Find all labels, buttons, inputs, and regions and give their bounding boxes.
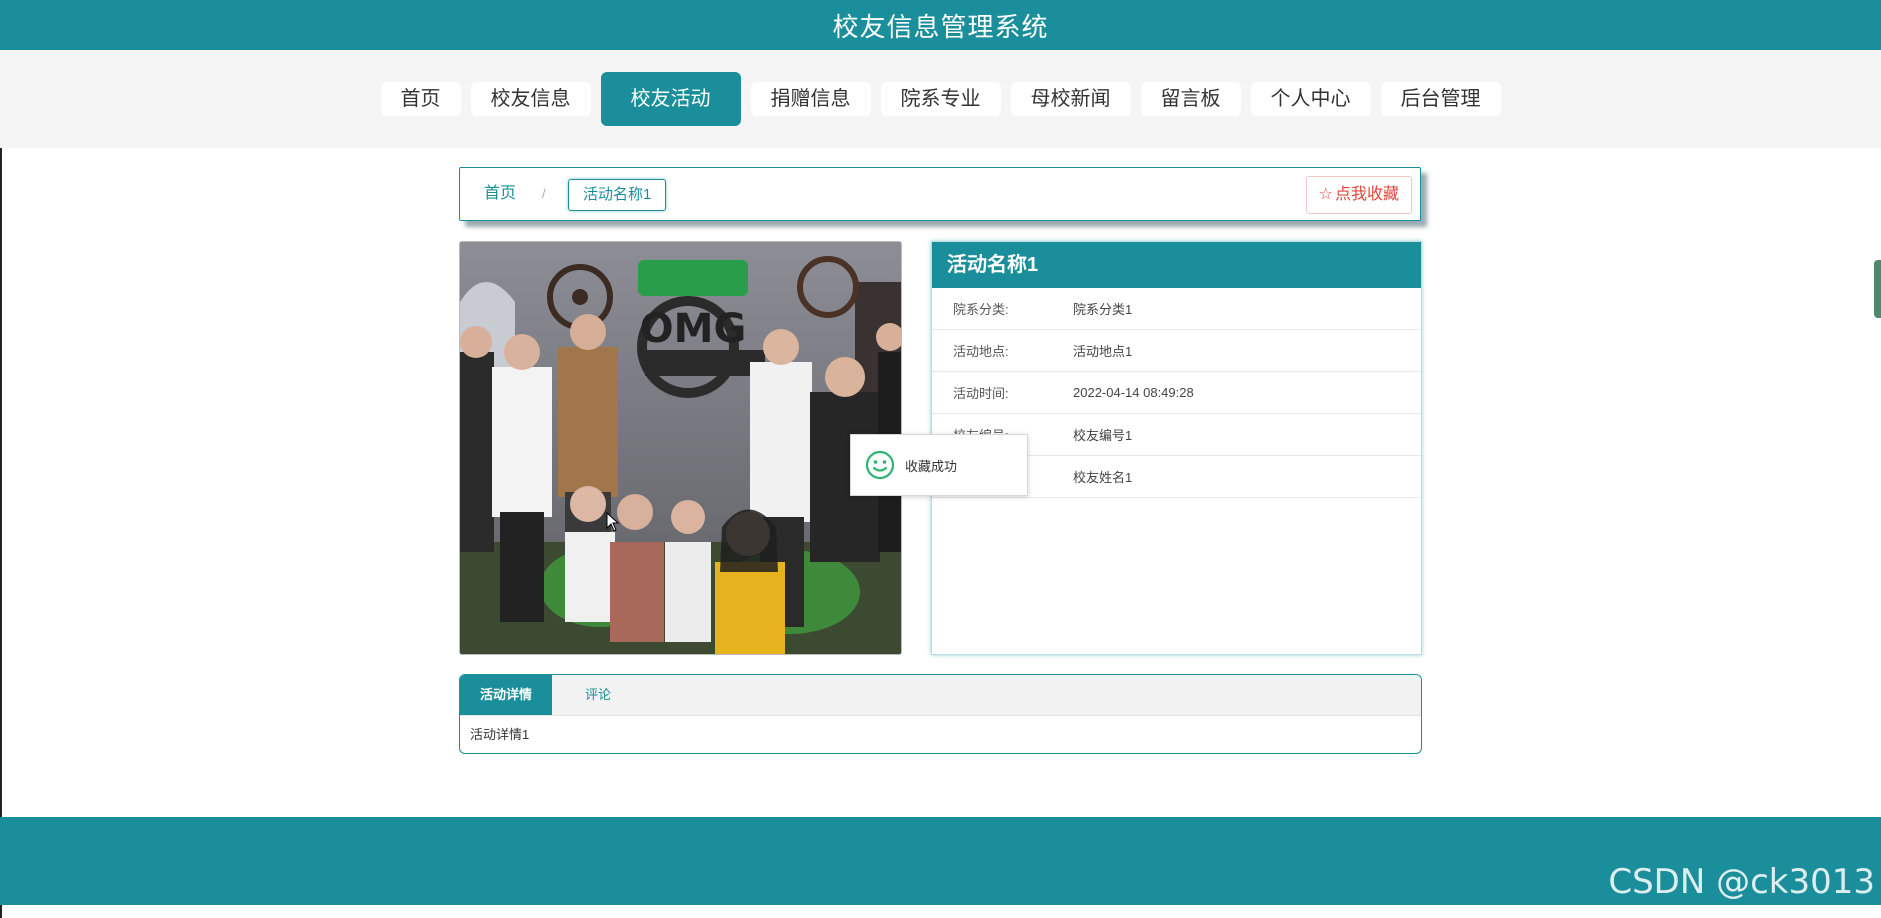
- favorite-button-label: 点我收藏: [1334, 186, 1399, 203]
- photo-sign-text: OMG: [640, 306, 747, 352]
- nav-item-departments[interactable]: 院系专业: [880, 82, 1001, 116]
- nav-item-message-board[interactable]: 留言板: [1140, 82, 1241, 116]
- detail-row: 院系分类: 院系分类1: [932, 288, 1421, 330]
- star-outline-icon: ☆: [1318, 186, 1333, 203]
- breadcrumb-home-link[interactable]: 首页: [484, 168, 516, 220]
- nav-item-alumni-activities[interactable]: 校友活动: [600, 72, 741, 126]
- detail-value: 活动地点1: [1073, 344, 1133, 359]
- detail-value: 院系分类1: [1073, 302, 1133, 317]
- site-header: 校友信息管理系统: [0, 0, 1881, 50]
- nav-item-alumni-info[interactable]: 校友信息: [470, 82, 591, 116]
- toast-text: 收藏成功: [905, 458, 958, 474]
- detail-value: 校友编号1: [1073, 428, 1133, 443]
- breadcrumb: 首页 / 活动名称1 ☆ 点我收藏: [459, 167, 1421, 221]
- tab-content: 活动详情1: [470, 727, 530, 742]
- detail-label: 活动地点:: [953, 344, 1009, 359]
- smile-icon: [865, 450, 895, 480]
- detail-row: 活动时间: 2022-04-14 08:49:28: [932, 372, 1421, 414]
- nav-item-home[interactable]: 首页: [380, 82, 461, 116]
- nav-item-admin[interactable]: 后台管理: [1380, 82, 1501, 116]
- main-nav: 首页 校友信息 校友活动 捐赠信息 院系专业 母校新闻 留言板 个人中心 后台管…: [0, 50, 1881, 148]
- favorite-button[interactable]: ☆ 点我收藏: [1305, 176, 1412, 214]
- nav-item-school-news[interactable]: 母校新闻: [1010, 82, 1131, 116]
- breadcrumb-separator: /: [542, 186, 546, 201]
- detail-value: 校友姓名1: [1073, 470, 1133, 485]
- mouse-cursor-icon: [606, 512, 620, 532]
- breadcrumb-current[interactable]: 活动名称1: [568, 179, 667, 211]
- activity-photo: OMG: [459, 241, 902, 655]
- nav-band: 首页 校友信息 校友活动 捐赠信息 院系专业 母校新闻 留言板 个人中心 后台管…: [0, 50, 1881, 148]
- watermark-text: CSDN @ck3013: [1608, 862, 1875, 902]
- nav-item-personal-center[interactable]: 个人中心: [1250, 82, 1371, 116]
- detail-label: 活动时间:: [953, 386, 1009, 401]
- tab-comments[interactable]: 评论: [552, 675, 644, 715]
- nav-item-donations[interactable]: 捐赠信息: [750, 82, 871, 116]
- tab-activity-details[interactable]: 活动详情: [460, 675, 552, 715]
- detail-value: 2022-04-14 08:49:28: [1073, 385, 1194, 400]
- site-title: 校友信息管理系统: [832, 11, 1049, 42]
- detail-row: 活动地点: 活动地点1: [932, 330, 1421, 372]
- toast-message: 收藏成功: [850, 434, 1028, 496]
- tabs-header: 活动详情 评论: [460, 675, 1421, 716]
- site-footer: [0, 817, 1881, 905]
- activity-tabs: 活动详情 评论 活动详情1: [459, 674, 1422, 754]
- activity-title: 活动名称1: [932, 242, 1421, 288]
- detail-label: 院系分类:: [953, 302, 1009, 317]
- scrollbar-thumb[interactable]: [1874, 260, 1881, 318]
- activity-photo-image: OMG: [460, 242, 901, 654]
